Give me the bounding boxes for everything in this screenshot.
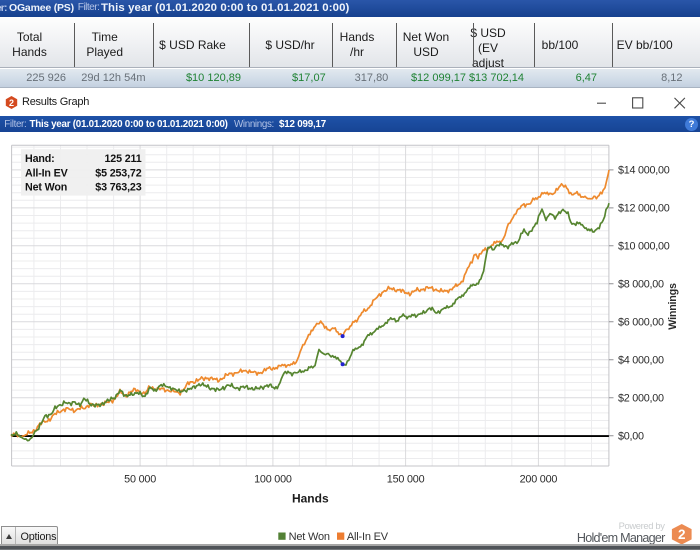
svg-text:$8 000,00: $8 000,00 [618,279,664,291]
svg-text:Net Won: Net Won [25,182,67,194]
svg-text:$10 000,00: $10 000,00 [618,241,670,253]
svg-text:200 000: 200 000 [520,474,558,486]
svg-text:125 211: 125 211 [105,153,142,165]
svg-text:$12 000,00: $12 000,00 [618,203,670,215]
svg-text:$6 000,00: $6 000,00 [618,317,664,329]
svg-text:Hands: Hands [292,492,329,506]
svg-text:50 000: 50 000 [124,474,156,486]
svg-text:$5 253,72: $5 253,72 [95,167,141,179]
svg-text:Net Won: Net Won [289,531,330,543]
svg-text:$4 000,00: $4 000,00 [618,355,664,367]
svg-text:$14 000,00: $14 000,00 [618,165,670,177]
svg-text:100 000: 100 000 [254,474,292,486]
svg-text:All-In EV: All-In EV [25,167,69,179]
svg-text:$0,00: $0,00 [618,431,644,443]
svg-text:Winnings: Winnings [667,283,679,330]
svg-text:Hand:: Hand: [25,153,55,165]
svg-text:150 000: 150 000 [387,474,425,486]
svg-text:2: 2 [9,98,14,108]
svg-text:2: 2 [677,527,685,542]
svg-text:$2 000,00: $2 000,00 [618,393,664,405]
svg-text:$3 763,23: $3 763,23 [95,182,141,194]
